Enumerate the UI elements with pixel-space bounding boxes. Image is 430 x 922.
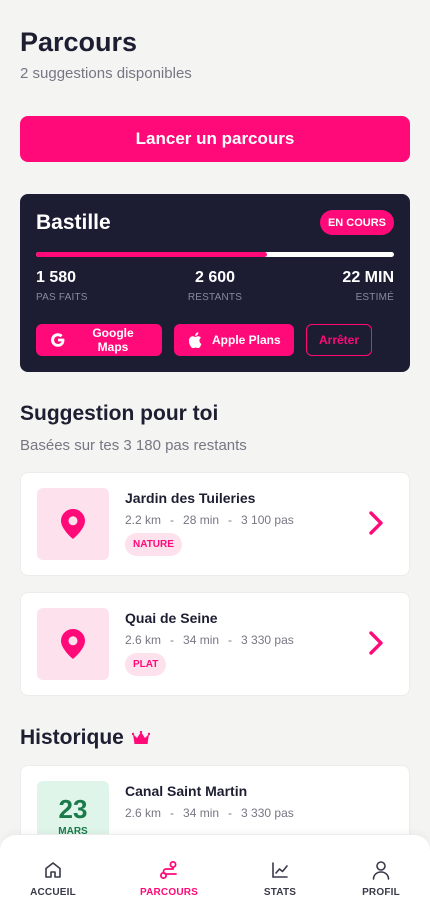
route-icon bbox=[129, 859, 209, 881]
suggestion-meta: 2.2 km -28 min -3 100 pas bbox=[125, 513, 294, 527]
nav-item-stats[interactable]: STATS bbox=[240, 859, 320, 898]
history-duration: 34 min bbox=[183, 806, 220, 820]
user-icon bbox=[341, 859, 421, 881]
history-meta: 2.6 km -34 min -3 330 pas bbox=[125, 806, 294, 820]
apple-plans-button[interactable]: Apple Plans bbox=[174, 324, 294, 356]
chart-icon bbox=[240, 859, 320, 881]
history-title-text: Historique bbox=[20, 726, 124, 749]
stat-estimated-time: 22 MIN ESTIMÉ bbox=[342, 269, 394, 303]
launch-route-button[interactable]: Lancer un parcours bbox=[20, 116, 410, 162]
history-distance: 2.6 km bbox=[125, 806, 162, 820]
suggestion-steps: 3 330 pas bbox=[241, 633, 294, 647]
crown-icon bbox=[131, 731, 150, 745]
suggestions-title: Suggestion pour toi bbox=[20, 402, 219, 425]
route-progress-bar bbox=[36, 252, 394, 257]
route-progress-fill bbox=[36, 252, 267, 257]
meta-separator: - bbox=[170, 633, 175, 647]
suggestion-distance: 2.2 km bbox=[125, 513, 162, 527]
apple-plans-label: Apple Plans bbox=[212, 333, 281, 347]
history-steps: 3 330 pas bbox=[241, 806, 294, 820]
nav-label: PROFIL bbox=[362, 887, 400, 898]
page-title: Parcours bbox=[20, 27, 138, 57]
suggestions-subtitle: Basées sur tes 3 180 pas restants bbox=[20, 437, 247, 454]
suggestion-distance: 2.6 km bbox=[125, 633, 162, 647]
status-badge: EN COURS bbox=[319, 210, 394, 235]
history-date-day: 23 bbox=[58, 794, 88, 824]
meta-separator: - bbox=[228, 513, 233, 527]
google-maps-button[interactable]: Google Maps bbox=[36, 324, 162, 356]
home-icon bbox=[13, 859, 93, 881]
suggestion-tag: NATURE bbox=[125, 533, 182, 556]
suggestion-duration: 34 min bbox=[183, 633, 220, 647]
history-route-name: Canal Saint Martin bbox=[125, 783, 248, 799]
stop-route-button[interactable]: Arrêter bbox=[306, 324, 372, 356]
chevron-right-icon[interactable] bbox=[369, 631, 383, 660]
apple-icon bbox=[188, 332, 202, 348]
location-pin-icon bbox=[37, 488, 109, 560]
stat-label: ESTIMÉ bbox=[355, 292, 394, 303]
meta-separator: - bbox=[170, 513, 175, 527]
nav-item-profil[interactable]: PROFIL bbox=[341, 859, 421, 898]
active-route-card: Bastille EN COURS 1 580 PAS FAITS 2 600 … bbox=[20, 194, 410, 372]
suggestion-name: Quai de Seine bbox=[125, 610, 218, 626]
meta-separator: - bbox=[170, 806, 175, 820]
location-pin-icon bbox=[37, 608, 109, 680]
meta-separator: - bbox=[228, 633, 233, 647]
history-title: Historique bbox=[20, 726, 150, 750]
suggestion-steps: 3 100 pas bbox=[241, 513, 294, 527]
nav-label: PARCOURS bbox=[139, 887, 199, 898]
google-maps-label: Google Maps bbox=[92, 326, 134, 354]
suggestion-card[interactable]: Jardin des Tuileries 2.2 km -28 min -3 100… bbox=[20, 472, 410, 576]
page-subtitle: 2 suggestions disponibles bbox=[20, 65, 192, 82]
active-route-name: Bastille bbox=[36, 211, 111, 234]
parcours-screen: Parcours 2 suggestions disponibles Lance… bbox=[0, 0, 430, 922]
nav-item-parcours[interactable]: PARCOURS bbox=[129, 859, 209, 898]
nav-label: ACCUEIL bbox=[30, 887, 76, 898]
bottom-nav: ACCUEIL PARCOURS STATS PROFIL bbox=[0, 834, 430, 922]
stat-value: 22 MIN bbox=[342, 269, 394, 286]
nav-item-accueil[interactable]: ACCUEIL bbox=[13, 859, 93, 898]
google-icon bbox=[50, 332, 66, 348]
chevron-right-icon[interactable] bbox=[369, 511, 383, 540]
nav-label: STATS bbox=[263, 887, 297, 898]
meta-separator: - bbox=[228, 806, 233, 820]
suggestion-tag: PLAT bbox=[125, 653, 167, 676]
suggestion-name: Jardin des Tuileries bbox=[125, 490, 256, 506]
suggestion-card[interactable]: Quai de Seine 2.6 km -34 min -3 330 pas PL… bbox=[20, 592, 410, 696]
suggestion-duration: 28 min bbox=[183, 513, 220, 527]
suggestion-meta: 2.6 km -34 min -3 330 pas bbox=[125, 633, 294, 647]
